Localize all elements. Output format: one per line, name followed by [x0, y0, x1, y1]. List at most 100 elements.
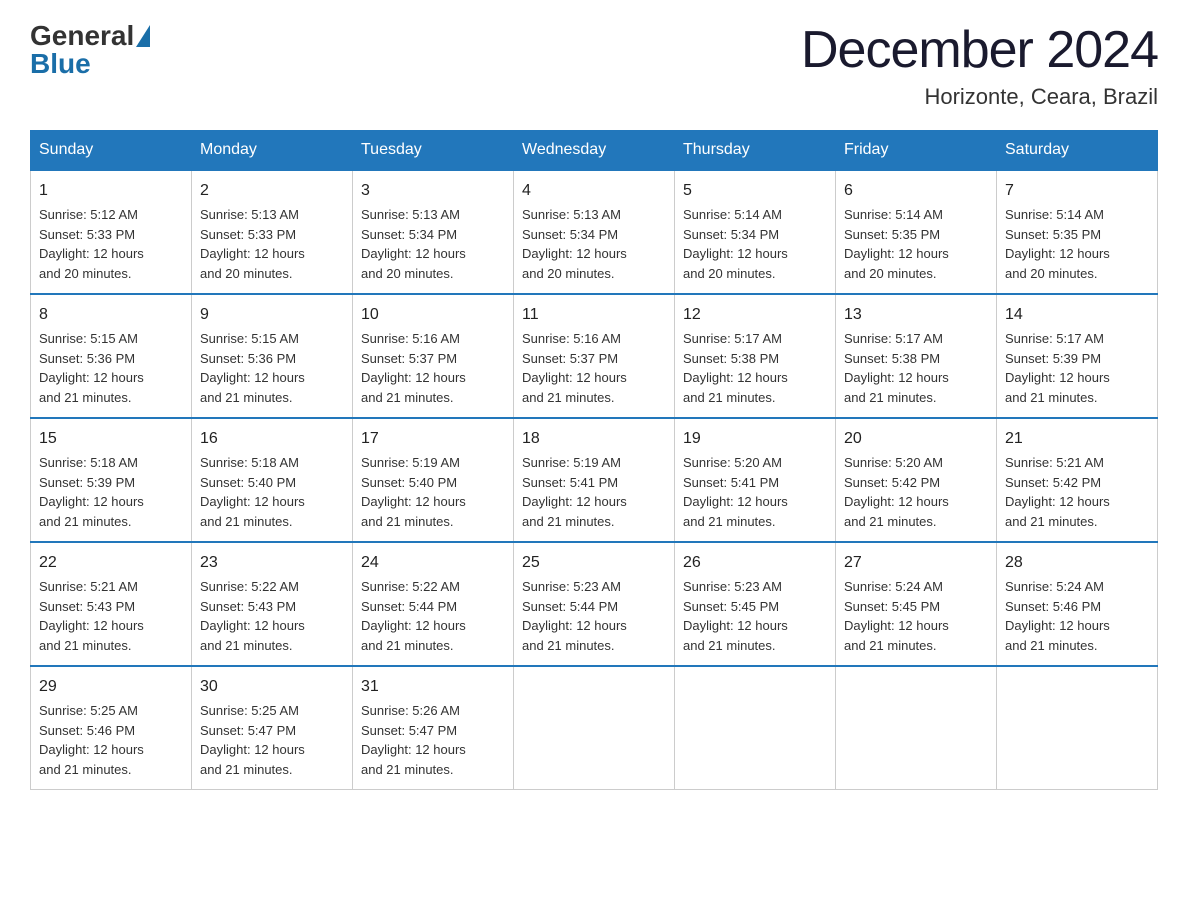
day-info: Sunrise: 5:24 AMSunset: 5:46 PMDaylight:… — [1005, 577, 1149, 655]
day-info: Sunrise: 5:21 AMSunset: 5:43 PMDaylight:… — [39, 577, 183, 655]
day-number: 23 — [200, 551, 344, 575]
title-section: December 2024 Horizonte, Ceara, Brazil — [801, 20, 1158, 110]
header-wednesday: Wednesday — [514, 131, 675, 171]
calendar-cell: 13Sunrise: 5:17 AMSunset: 5:38 PMDayligh… — [836, 294, 997, 418]
header-sunday: Sunday — [31, 131, 192, 171]
day-info: Sunrise: 5:17 AMSunset: 5:39 PMDaylight:… — [1005, 329, 1149, 407]
day-info: Sunrise: 5:21 AMSunset: 5:42 PMDaylight:… — [1005, 453, 1149, 531]
calendar-cell: 26Sunrise: 5:23 AMSunset: 5:45 PMDayligh… — [675, 542, 836, 666]
day-number: 3 — [361, 179, 505, 203]
day-info: Sunrise: 5:23 AMSunset: 5:44 PMDaylight:… — [522, 577, 666, 655]
header-tuesday: Tuesday — [353, 131, 514, 171]
day-info: Sunrise: 5:16 AMSunset: 5:37 PMDaylight:… — [522, 329, 666, 407]
calendar-cell: 12Sunrise: 5:17 AMSunset: 5:38 PMDayligh… — [675, 294, 836, 418]
calendar-cell: 4Sunrise: 5:13 AMSunset: 5:34 PMDaylight… — [514, 170, 675, 294]
day-number: 9 — [200, 303, 344, 327]
calendar-cell: 10Sunrise: 5:16 AMSunset: 5:37 PMDayligh… — [353, 294, 514, 418]
calendar-cell: 6Sunrise: 5:14 AMSunset: 5:35 PMDaylight… — [836, 170, 997, 294]
calendar-header-row: SundayMondayTuesdayWednesdayThursdayFrid… — [31, 131, 1158, 171]
day-info: Sunrise: 5:16 AMSunset: 5:37 PMDaylight:… — [361, 329, 505, 407]
day-number: 14 — [1005, 303, 1149, 327]
calendar-cell: 27Sunrise: 5:24 AMSunset: 5:45 PMDayligh… — [836, 542, 997, 666]
day-info: Sunrise: 5:26 AMSunset: 5:47 PMDaylight:… — [361, 701, 505, 779]
day-number: 15 — [39, 427, 183, 451]
day-info: Sunrise: 5:12 AMSunset: 5:33 PMDaylight:… — [39, 205, 183, 283]
day-info: Sunrise: 5:13 AMSunset: 5:34 PMDaylight:… — [361, 205, 505, 283]
header-saturday: Saturday — [997, 131, 1158, 171]
calendar-cell: 28Sunrise: 5:24 AMSunset: 5:46 PMDayligh… — [997, 542, 1158, 666]
calendar-cell: 15Sunrise: 5:18 AMSunset: 5:39 PMDayligh… — [31, 418, 192, 542]
day-number: 8 — [39, 303, 183, 327]
calendar-cell — [997, 666, 1158, 790]
location-subtitle: Horizonte, Ceara, Brazil — [801, 84, 1158, 110]
calendar-cell: 18Sunrise: 5:19 AMSunset: 5:41 PMDayligh… — [514, 418, 675, 542]
day-number: 22 — [39, 551, 183, 575]
day-info: Sunrise: 5:25 AMSunset: 5:46 PMDaylight:… — [39, 701, 183, 779]
day-info: Sunrise: 5:13 AMSunset: 5:34 PMDaylight:… — [522, 205, 666, 283]
day-info: Sunrise: 5:14 AMSunset: 5:35 PMDaylight:… — [844, 205, 988, 283]
calendar-cell: 8Sunrise: 5:15 AMSunset: 5:36 PMDaylight… — [31, 294, 192, 418]
day-info: Sunrise: 5:14 AMSunset: 5:34 PMDaylight:… — [683, 205, 827, 283]
calendar-cell: 22Sunrise: 5:21 AMSunset: 5:43 PMDayligh… — [31, 542, 192, 666]
calendar-week-row: 29Sunrise: 5:25 AMSunset: 5:46 PMDayligh… — [31, 666, 1158, 790]
day-info: Sunrise: 5:20 AMSunset: 5:41 PMDaylight:… — [683, 453, 827, 531]
day-number: 7 — [1005, 179, 1149, 203]
calendar-week-row: 15Sunrise: 5:18 AMSunset: 5:39 PMDayligh… — [31, 418, 1158, 542]
day-number: 20 — [844, 427, 988, 451]
calendar-cell: 5Sunrise: 5:14 AMSunset: 5:34 PMDaylight… — [675, 170, 836, 294]
day-number: 29 — [39, 675, 183, 699]
day-number: 4 — [522, 179, 666, 203]
calendar-week-row: 22Sunrise: 5:21 AMSunset: 5:43 PMDayligh… — [31, 542, 1158, 666]
calendar-cell — [675, 666, 836, 790]
day-number: 1 — [39, 179, 183, 203]
calendar-cell: 11Sunrise: 5:16 AMSunset: 5:37 PMDayligh… — [514, 294, 675, 418]
day-number: 18 — [522, 427, 666, 451]
day-number: 25 — [522, 551, 666, 575]
calendar-cell: 2Sunrise: 5:13 AMSunset: 5:33 PMDaylight… — [192, 170, 353, 294]
calendar-cell: 3Sunrise: 5:13 AMSunset: 5:34 PMDaylight… — [353, 170, 514, 294]
page-header: General Blue December 2024 Horizonte, Ce… — [30, 20, 1158, 110]
day-number: 13 — [844, 303, 988, 327]
header-friday: Friday — [836, 131, 997, 171]
calendar-cell: 30Sunrise: 5:25 AMSunset: 5:47 PMDayligh… — [192, 666, 353, 790]
day-number: 12 — [683, 303, 827, 327]
calendar-cell: 1Sunrise: 5:12 AMSunset: 5:33 PMDaylight… — [31, 170, 192, 294]
day-info: Sunrise: 5:25 AMSunset: 5:47 PMDaylight:… — [200, 701, 344, 779]
day-info: Sunrise: 5:15 AMSunset: 5:36 PMDaylight:… — [39, 329, 183, 407]
calendar-cell: 31Sunrise: 5:26 AMSunset: 5:47 PMDayligh… — [353, 666, 514, 790]
day-info: Sunrise: 5:17 AMSunset: 5:38 PMDaylight:… — [844, 329, 988, 407]
calendar-cell: 17Sunrise: 5:19 AMSunset: 5:40 PMDayligh… — [353, 418, 514, 542]
day-info: Sunrise: 5:19 AMSunset: 5:41 PMDaylight:… — [522, 453, 666, 531]
calendar-cell: 21Sunrise: 5:21 AMSunset: 5:42 PMDayligh… — [997, 418, 1158, 542]
day-number: 31 — [361, 675, 505, 699]
day-number: 11 — [522, 303, 666, 327]
calendar-cell: 16Sunrise: 5:18 AMSunset: 5:40 PMDayligh… — [192, 418, 353, 542]
day-number: 6 — [844, 179, 988, 203]
calendar-cell: 14Sunrise: 5:17 AMSunset: 5:39 PMDayligh… — [997, 294, 1158, 418]
day-number: 24 — [361, 551, 505, 575]
day-info: Sunrise: 5:22 AMSunset: 5:44 PMDaylight:… — [361, 577, 505, 655]
logo-triangle-icon — [136, 25, 150, 47]
day-info: Sunrise: 5:18 AMSunset: 5:40 PMDaylight:… — [200, 453, 344, 531]
calendar-table: SundayMondayTuesdayWednesdayThursdayFrid… — [30, 130, 1158, 790]
day-number: 5 — [683, 179, 827, 203]
calendar-week-row: 8Sunrise: 5:15 AMSunset: 5:36 PMDaylight… — [31, 294, 1158, 418]
calendar-cell: 25Sunrise: 5:23 AMSunset: 5:44 PMDayligh… — [514, 542, 675, 666]
day-number: 30 — [200, 675, 344, 699]
day-info: Sunrise: 5:14 AMSunset: 5:35 PMDaylight:… — [1005, 205, 1149, 283]
calendar-cell: 9Sunrise: 5:15 AMSunset: 5:36 PMDaylight… — [192, 294, 353, 418]
month-title: December 2024 — [801, 20, 1158, 80]
day-number: 26 — [683, 551, 827, 575]
day-number: 17 — [361, 427, 505, 451]
day-info: Sunrise: 5:22 AMSunset: 5:43 PMDaylight:… — [200, 577, 344, 655]
header-thursday: Thursday — [675, 131, 836, 171]
calendar-cell: 24Sunrise: 5:22 AMSunset: 5:44 PMDayligh… — [353, 542, 514, 666]
day-info: Sunrise: 5:23 AMSunset: 5:45 PMDaylight:… — [683, 577, 827, 655]
day-info: Sunrise: 5:24 AMSunset: 5:45 PMDaylight:… — [844, 577, 988, 655]
calendar-week-row: 1Sunrise: 5:12 AMSunset: 5:33 PMDaylight… — [31, 170, 1158, 294]
calendar-cell: 7Sunrise: 5:14 AMSunset: 5:35 PMDaylight… — [997, 170, 1158, 294]
day-info: Sunrise: 5:20 AMSunset: 5:42 PMDaylight:… — [844, 453, 988, 531]
day-number: 19 — [683, 427, 827, 451]
logo-blue-text: Blue — [30, 48, 91, 80]
day-number: 2 — [200, 179, 344, 203]
